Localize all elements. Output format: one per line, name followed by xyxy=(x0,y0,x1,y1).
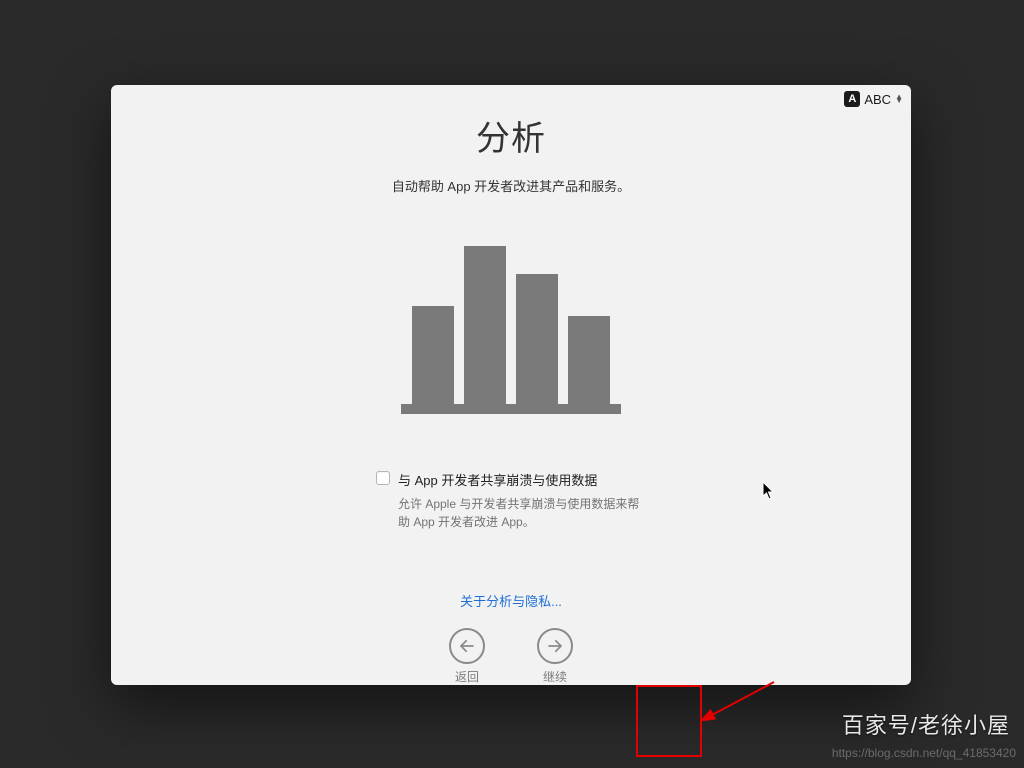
continue-label: 继续 xyxy=(543,668,567,685)
chart-bar xyxy=(464,246,506,404)
setup-assistant-panel: A ABC ▲▼ 分析 自动帮助 App 开发者改进其产品和服务。 与 App … xyxy=(111,85,911,685)
share-data-description: 允许 Apple 与开发者共享崩溃与使用数据来帮助 App 开发者改进 App。 xyxy=(398,495,646,531)
annotation-arrow xyxy=(702,678,782,726)
back-button[interactable]: 返回 xyxy=(449,628,485,685)
nav-buttons: 返回 继续 xyxy=(449,628,573,685)
chart-bar xyxy=(516,274,558,404)
arrow-left-icon xyxy=(449,628,485,664)
input-method-label: ABC xyxy=(864,92,891,107)
chevron-updown-icon: ▲▼ xyxy=(895,95,903,103)
chart-bar xyxy=(568,316,610,404)
annotation-highlight-box xyxy=(636,685,702,757)
watermark-author: 百家号/老徐小屋 xyxy=(842,708,1010,740)
about-privacy-link[interactable]: 关于分析与隐私... xyxy=(460,591,562,610)
page-title: 分析 xyxy=(476,111,546,160)
page-subtitle: 自动帮助 App 开发者改进其产品和服务。 xyxy=(392,176,630,195)
input-method-badge: A xyxy=(844,91,860,107)
input-method-indicator[interactable]: A ABC ▲▼ xyxy=(844,91,903,107)
back-label: 返回 xyxy=(455,668,479,685)
mouse-cursor-icon xyxy=(762,481,776,501)
share-data-label: 与 App 开发者共享崩溃与使用数据 xyxy=(398,470,597,489)
arrow-right-icon xyxy=(537,628,573,664)
chart-bar xyxy=(412,306,454,404)
continue-button[interactable]: 继续 xyxy=(537,628,573,685)
share-data-checkbox[interactable] xyxy=(376,471,390,485)
analytics-bar-chart-icon xyxy=(401,229,621,414)
share-data-option: 与 App 开发者共享崩溃与使用数据 允许 Apple 与开发者共享崩溃与使用数… xyxy=(376,470,646,531)
watermark-url: https://blog.csdn.net/qq_41853420 xyxy=(832,746,1016,760)
